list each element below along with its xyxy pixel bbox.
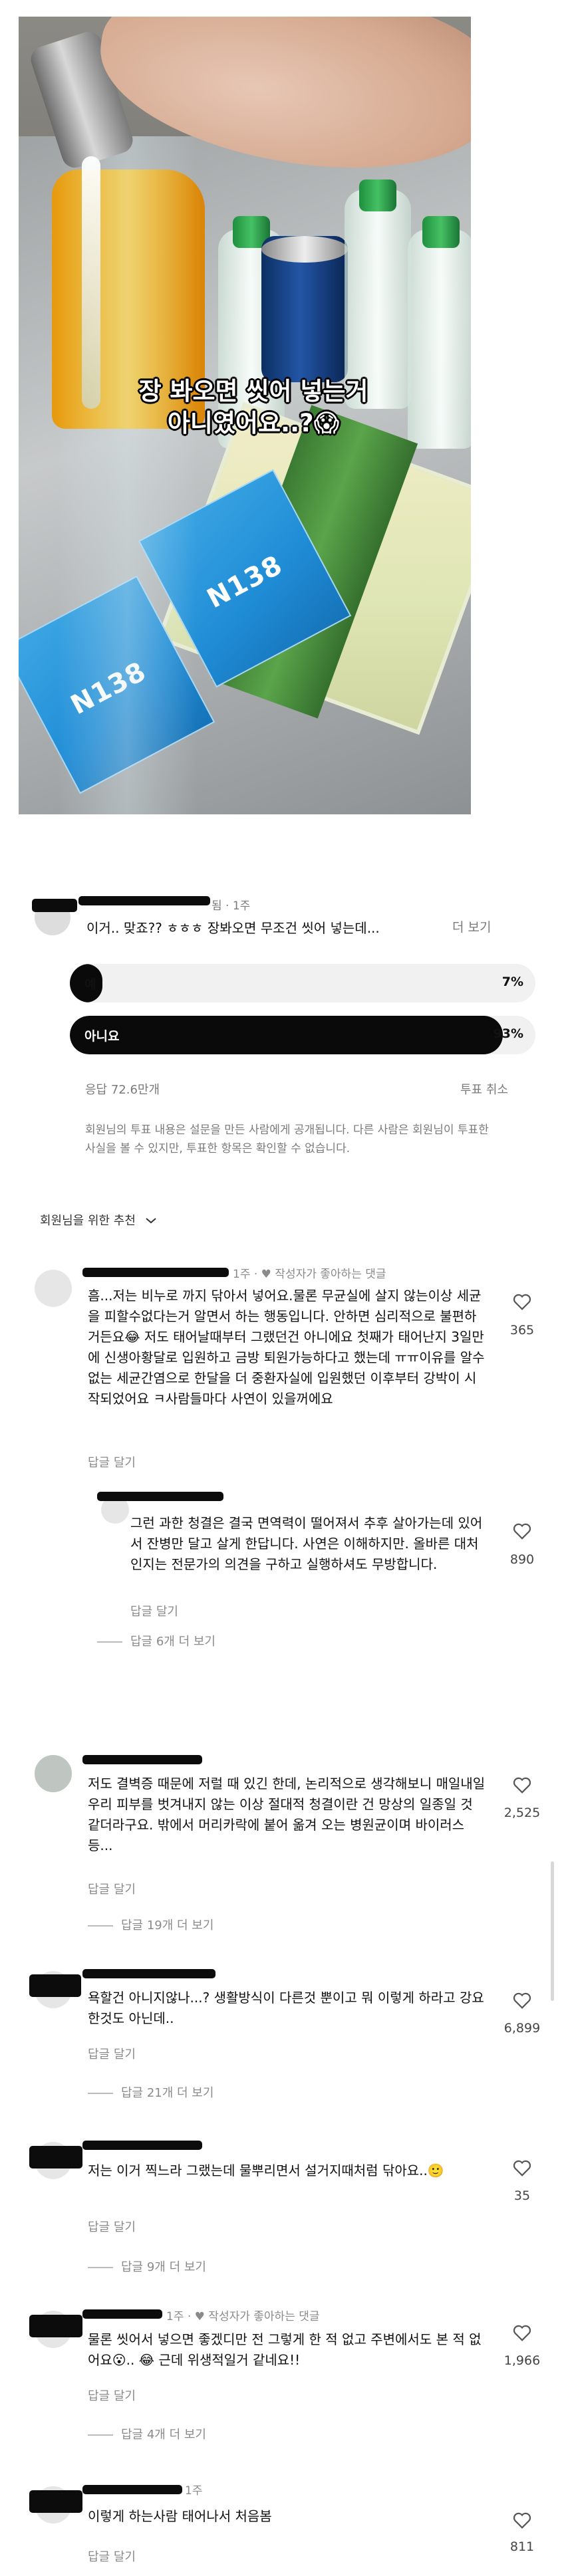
comment-text: 욕할건 아니지않나...? 생활방식이 다른것 뿐이고 뭐 이렇게 하라고 강요… — [88, 1990, 484, 2026]
redaction — [82, 1268, 229, 1277]
comment-text: 저는 이거 찍느라 그랬는데 물뿌리면서 설거지때처럼 닦아요..🙂 — [88, 2163, 444, 2178]
like-count: 6,899 — [503, 2021, 541, 2036]
heart-icon[interactable] — [512, 1990, 532, 2010]
comment-text: 흠...저는 비누로 까지 닦아서 넣어요.물론 무균실에 살지 않는이상 세균… — [88, 1288, 485, 1407]
comment-text: 저도 결벽증 때문에 저럴 때 있긴 한데, 논리적으로 생각해보니 매일내일 … — [88, 1776, 486, 1853]
comment-meta: 1주 · ♥ 작성자가 좋아하는 댓글 — [233, 1268, 386, 1281]
like-count: 1,966 — [503, 2353, 541, 2368]
heart-icon[interactable] — [512, 2510, 532, 2530]
redaction — [32, 899, 77, 912]
recommend-label: 회원님을 위한 추천 — [40, 1214, 136, 1228]
redaction — [82, 2309, 162, 2319]
water-stream — [82, 156, 100, 409]
video-caption: 장 봐오면 씻어 넣는거 아니였어요..?😱 — [138, 377, 368, 437]
like-count: 35 — [513, 2188, 531, 2203]
comment-meta: 1주 — [185, 2484, 203, 2498]
redaction — [29, 2315, 82, 2337]
redaction — [29, 1974, 81, 1997]
like-count: 890 — [509, 1552, 535, 1567]
cancel-vote-button[interactable]: 투표 취소 — [460, 1080, 508, 1098]
reply-button[interactable]: 답글 달기 — [88, 2387, 136, 2404]
view-replies-button[interactable]: 답글 4개 더 보기 — [88, 2425, 206, 2442]
comment-meta: 1주 · ♥ 작성자가 좋아하는 댓글 — [166, 2310, 320, 2323]
like-count: 2,525 — [503, 1806, 541, 1820]
poll-option-label: 예 — [84, 977, 96, 992]
view-replies-button[interactable]: 답글 21개 더 보기 — [88, 2083, 213, 2101]
redaction — [82, 2141, 202, 2150]
recommend-toggle[interactable]: 회원님을 위한 추천 — [40, 1211, 157, 1229]
view-replies-button[interactable]: 답글 9개 더 보기 — [88, 2258, 206, 2275]
poll-option-no[interactable]: 아니요 93% — [70, 1016, 535, 1054]
redaction — [82, 1969, 215, 1978]
like-count: 811 — [509, 2539, 535, 2554]
poll-responses: 응답 72.6만개 — [85, 1083, 160, 1097]
redaction — [29, 2146, 82, 2168]
poll-option-label: 아니요 — [84, 1029, 120, 1044]
product-label: N138 — [202, 549, 288, 615]
reply-button[interactable]: 답글 달기 — [88, 1453, 136, 1470]
post-text: 이거.. 맞죠?? ㅎㅎㅎ 장봐오면 무조건 씻어 넣는데... — [86, 920, 380, 936]
heart-icon[interactable] — [512, 2323, 532, 2343]
heart-icon[interactable] — [512, 1521, 532, 1541]
scrollbar[interactable] — [551, 1861, 554, 2001]
view-replies-button[interactable]: 답글 6개 더 보기 — [97, 1632, 215, 1649]
reply-button[interactable]: 답글 달기 — [88, 2547, 136, 2565]
heart-icon[interactable] — [512, 1292, 532, 1312]
poll-option-percent: 7% — [501, 975, 523, 989]
redaction — [29, 2490, 82, 2513]
poll-option-percent: 93% — [493, 1026, 523, 1041]
avatar[interactable] — [35, 1270, 72, 1307]
more-link[interactable]: 더 보기 — [452, 917, 491, 935]
heart-icon[interactable] — [512, 1775, 532, 1795]
redaction — [82, 1755, 202, 1764]
heart-icon[interactable] — [512, 2158, 532, 2178]
reply-button[interactable]: 답글 달기 — [130, 1602, 178, 1619]
poll-option-yes[interactable]: 예 7% — [70, 964, 535, 1002]
avatar[interactable] — [35, 1755, 72, 1792]
redaction — [78, 896, 210, 905]
post-time: 됨 · 1주 — [212, 899, 251, 913]
like-count: 365 — [509, 1323, 535, 1338]
chevron-down-icon — [146, 1218, 156, 1224]
reply-button[interactable]: 답글 달기 — [88, 2218, 136, 2235]
poll-notice: 회원님의 투표 내용은 설문을 만든 사람에게 공개됩니다. 다른 사람은 회원… — [85, 1123, 489, 1155]
redaction — [97, 1492, 223, 1501]
comment-text: 물론 씻어서 넣으면 좋겠디만 전 그렇게 한 적 없고 주변에서도 본 적 없… — [88, 2331, 482, 2368]
bottle-cap — [422, 216, 460, 248]
video-frame[interactable]: N138 N138 장 봐오면 씻어 넣는거 아니였어요..?😱 — [19, 17, 471, 814]
redaction — [82, 2485, 182, 2494]
poll-bar-fill — [70, 1016, 503, 1054]
water-bottle — [408, 229, 471, 449]
water-reflection — [57, 136, 197, 814]
comment-text: 이렇게 하는사람 태어나서 처음봄 — [88, 2508, 272, 2524]
comment-text: 그런 과한 청결은 결국 면역력이 떨어져서 추후 살아가는데 있어서 잔병만 … — [130, 1515, 483, 1572]
view-replies-button[interactable]: 답글 19개 더 보기 — [88, 1916, 213, 1933]
reply-button[interactable]: 답글 달기 — [88, 2045, 136, 2062]
bottle-cap — [359, 179, 396, 211]
can-lid — [261, 236, 348, 263]
reply-button[interactable]: 답글 달기 — [88, 1880, 136, 1897]
